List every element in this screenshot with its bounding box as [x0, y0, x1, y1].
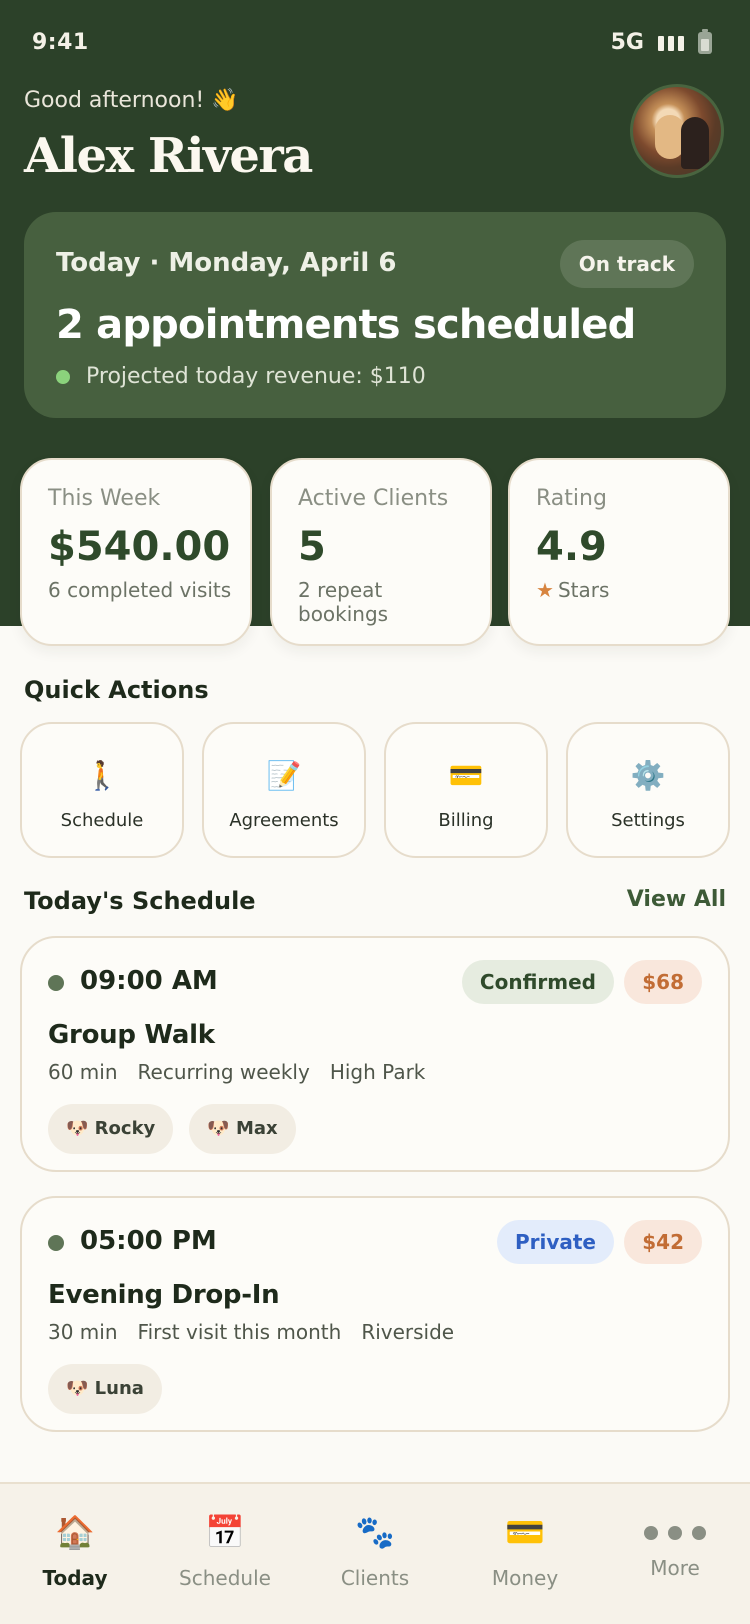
- appointment-location: Riverside: [361, 1320, 455, 1344]
- status-dot-icon: [48, 975, 64, 991]
- more-dots-icon: [600, 1512, 750, 1552]
- stat-label: This Week: [48, 486, 161, 511]
- status-bar: 9:41 5G: [0, 0, 750, 86]
- appointment-recurrence: First visit this month: [137, 1320, 342, 1344]
- status-badge: Confirmed: [461, 960, 614, 1004]
- appointment-duration: 60 min: [48, 1060, 118, 1084]
- credit-card-icon: 💳: [448, 759, 484, 792]
- status-badge: On track: [559, 240, 694, 288]
- stat-label: Rating: [536, 486, 607, 511]
- quick-action-label: Settings: [611, 810, 685, 831]
- schedule-card[interactable]: 09:00 AM Confirmed $68 Group Walk 60 min…: [20, 936, 730, 1172]
- status-time: 9:41: [32, 30, 89, 55]
- appointment-time: 05:00 PM: [80, 1226, 217, 1256]
- network-label: 5G: [610, 30, 644, 55]
- stat-sub-row: ★ Stars: [536, 578, 609, 602]
- house-icon: 🏠: [55, 1513, 95, 1551]
- appointment-location: High Park: [329, 1060, 426, 1084]
- walking-person-icon: 🚶: [84, 759, 120, 792]
- nav-label: More: [650, 1556, 700, 1580]
- pet-chips: 🐶 Rocky 🐶 Max: [48, 1104, 296, 1154]
- appointments-count: 2 appointments scheduled: [56, 302, 636, 348]
- stat-label: Active Clients: [298, 486, 449, 511]
- schedule-card[interactable]: 05:00 PM Private $42 Evening Drop-In 30 …: [20, 1196, 730, 1432]
- section-title-quick-actions: Quick Actions: [24, 676, 209, 704]
- quick-action-label: Agreements: [229, 810, 339, 831]
- page-title: Alex Rivera: [24, 128, 313, 184]
- quick-action-agreements[interactable]: 📝 Agreements: [202, 722, 366, 858]
- status-badge: Private: [496, 1220, 614, 1264]
- quick-action-label: Schedule: [60, 810, 144, 831]
- memo-icon: 📝: [266, 759, 302, 792]
- pet-chip[interactable]: 🐶 Max: [189, 1104, 296, 1154]
- nav-label: Money: [491, 1566, 559, 1590]
- appointment-meta: 60 min Recurring weekly High Park: [48, 1060, 425, 1084]
- status-dot-icon: [48, 1235, 64, 1251]
- bottom-nav: 🏠 Today 📅 Schedule 🐾 Clients 💳 Money Mor…: [0, 1482, 750, 1624]
- greeting: Good afternoon! 👋: [24, 88, 239, 113]
- section-title-schedule: Today's Schedule: [24, 887, 256, 915]
- nav-item-money[interactable]: 💳 Money: [450, 1512, 600, 1590]
- quick-action-schedule[interactable]: 🚶 Schedule: [20, 722, 184, 858]
- quick-action-label: Billing: [438, 810, 494, 831]
- view-all-link[interactable]: View All: [627, 887, 726, 912]
- gear-icon: ⚙️: [630, 759, 666, 792]
- nav-label: Clients: [340, 1566, 410, 1590]
- battery-icon: [698, 28, 712, 54]
- avatar-person: [681, 117, 709, 169]
- stat-card-active-clients[interactable]: Active Clients 5 2 repeat bookings: [270, 458, 492, 646]
- nav-item-schedule[interactable]: 📅 Schedule: [150, 1512, 300, 1590]
- nav-label: Today: [42, 1566, 108, 1590]
- pet-chips: 🐶 Luna: [48, 1364, 162, 1414]
- nav-item-today[interactable]: 🏠 Today: [0, 1512, 150, 1590]
- nav-item-more[interactable]: More: [600, 1512, 750, 1580]
- stat-value: 4.9: [536, 524, 607, 570]
- credit-card-icon: 💳: [505, 1513, 545, 1551]
- nav-item-clients[interactable]: 🐾 Clients: [300, 1512, 450, 1590]
- price-badge: $42: [624, 1220, 702, 1264]
- stat-card-rating[interactable]: Rating 4.9 ★ Stars: [508, 458, 730, 646]
- appointment-title: Evening Drop-In: [48, 1280, 280, 1310]
- stat-value: $540.00: [48, 524, 231, 570]
- stat-card-this-week[interactable]: This Week $540.00 6 completed visits: [20, 458, 252, 646]
- today-summary-card[interactable]: Today · Monday, April 6 On track 2 appoi…: [24, 212, 726, 418]
- stat-value: 5: [298, 524, 326, 570]
- appointment-time: 09:00 AM: [80, 966, 218, 996]
- pet-chip[interactable]: 🐶 Luna: [48, 1364, 162, 1414]
- nav-label: Schedule: [179, 1566, 271, 1590]
- appointment-title: Group Walk: [48, 1020, 215, 1050]
- appointment-meta: 30 min First visit this month Riverside: [48, 1320, 454, 1344]
- avatar[interactable]: [630, 84, 724, 178]
- pet-chip[interactable]: 🐶 Rocky: [48, 1104, 174, 1154]
- signal-icon: [658, 35, 684, 51]
- calendar-icon: 📅: [205, 1513, 245, 1551]
- revenue-row: Projected today revenue: $110: [56, 364, 426, 389]
- status-dot-icon: [56, 369, 70, 384]
- star-icon: ★: [536, 578, 554, 602]
- appointment-duration: 30 min: [48, 1320, 118, 1344]
- quick-action-settings[interactable]: ⚙️ Settings: [566, 722, 730, 858]
- quick-action-billing[interactable]: 💳 Billing: [384, 722, 548, 858]
- projected-revenue: Projected today revenue: $110: [86, 364, 426, 389]
- stat-sub: Stars: [557, 578, 610, 602]
- stat-sub: 2 repeat bookings: [298, 578, 389, 626]
- stat-sub: 6 completed visits: [48, 578, 232, 602]
- paw-icon: 🐾: [355, 1513, 395, 1551]
- today-date: Today · Monday, April 6: [56, 248, 397, 278]
- status-indicators: 5G: [610, 28, 712, 55]
- appointment-recurrence: Recurring weekly: [137, 1060, 310, 1084]
- price-badge: $68: [624, 960, 702, 1004]
